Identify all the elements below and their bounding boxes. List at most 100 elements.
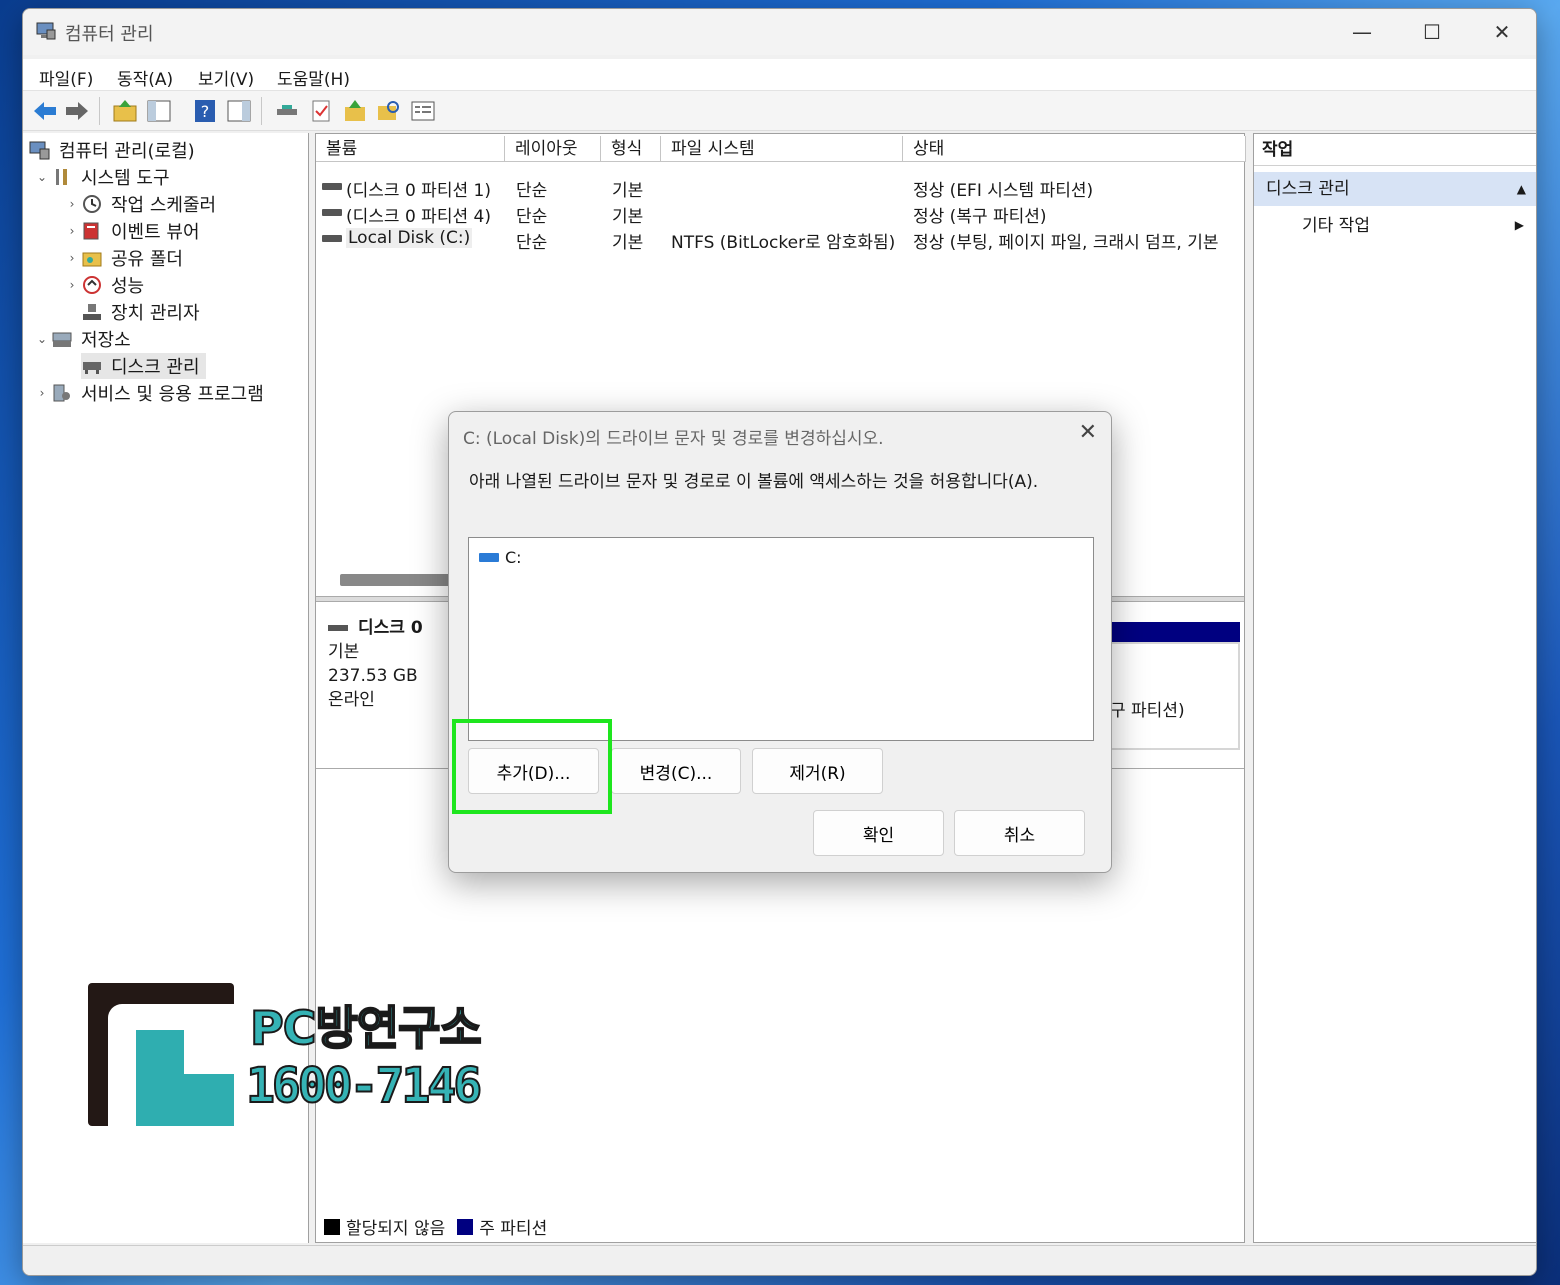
chevron-right-icon[interactable]: › xyxy=(63,278,81,292)
volume-icon xyxy=(322,209,342,216)
menu-help[interactable]: 도움말(H) xyxy=(277,65,350,90)
ok-button[interactable]: 확인 xyxy=(813,810,944,856)
tree-label-root: 컴퓨터 관리(로컬) xyxy=(59,141,195,162)
shared-folder-icon xyxy=(82,252,102,267)
action-more[interactable]: 기타 작업 xyxy=(1302,210,1370,242)
menu-view[interactable]: 보기(V) xyxy=(198,65,254,90)
up-folder-icon[interactable] xyxy=(111,97,139,125)
disk-size: 237.53 GB xyxy=(328,666,418,686)
tree-label-performance: 성능 xyxy=(111,276,145,297)
drive-list-item[interactable]: C: xyxy=(479,548,522,567)
status-bar xyxy=(23,1245,1536,1275)
legend-unallocated-label: 할당되지 않음 xyxy=(346,1219,446,1239)
export-icon[interactable] xyxy=(341,97,369,125)
chevron-down-icon[interactable]: ⌄ xyxy=(33,332,51,346)
chevron-down-icon[interactable]: ⌄ xyxy=(33,170,51,184)
properties-icon[interactable] xyxy=(409,97,437,125)
menu-file[interactable]: 파일(F) xyxy=(39,65,93,90)
chevron-right-icon[interactable]: › xyxy=(33,386,51,400)
volume-name: (디스크 0 파티션 1) xyxy=(346,181,491,201)
clock-icon xyxy=(83,195,101,213)
volume-name: (디스크 0 파티션 4) xyxy=(346,207,491,227)
volume-type: 기본 xyxy=(612,207,644,227)
help-icon[interactable]: ? xyxy=(191,97,219,125)
legend-primary-label: 주 파티션 xyxy=(479,1219,548,1239)
tree-item-task-scheduler[interactable]: › 작업 스케줄러 xyxy=(63,191,216,217)
tree-item-shared-folders[interactable]: › 공유 폴더 xyxy=(63,245,183,271)
volume-icon xyxy=(322,183,342,190)
actions-section-label: 디스크 관리 xyxy=(1266,179,1350,199)
partition-color-bar xyxy=(1108,622,1240,642)
volume-type: 기본 xyxy=(612,233,644,252)
legend: 할당되지 않음 주 파티션 xyxy=(324,1214,547,1239)
collapse-up-icon[interactable]: ▲ xyxy=(1517,172,1526,206)
volume-row[interactable]: (디스크 0 파티션 4) 단순 기본 정상 (복구 파티션) xyxy=(316,200,1246,227)
column-header-volume[interactable]: 볼륨 xyxy=(316,136,505,162)
volume-layout: 단순 xyxy=(516,207,548,227)
tree-label-event-viewer: 이벤트 뷰어 xyxy=(111,222,200,243)
checklist-icon[interactable] xyxy=(307,97,335,125)
dialog-close-icon[interactable]: ✕ xyxy=(1079,420,1097,445)
drive-letter: C: xyxy=(505,548,522,567)
watermark: PC방연구소 1600-7146 xyxy=(78,980,498,1140)
actions-header: 작업 xyxy=(1254,134,1536,166)
connect-drive-icon[interactable] xyxy=(273,97,301,125)
menu-action[interactable]: 동작(A) xyxy=(117,65,173,90)
cancel-button[interactable]: 취소 xyxy=(954,810,1085,856)
change-button[interactable]: 변경(C)... xyxy=(611,748,741,794)
svg-text:?: ? xyxy=(201,102,210,121)
forward-arrow-icon[interactable] xyxy=(63,97,91,125)
watermark-logo-teal-square xyxy=(136,1030,184,1074)
tree-item-root[interactable]: 컴퓨터 관리(로컬) xyxy=(29,137,195,163)
volume-row[interactable]: (디스크 0 파티션 1) 단순 기본 정상 (EFI 시스템 파티션) xyxy=(316,174,1246,201)
minimize-button[interactable]: — xyxy=(1327,9,1397,55)
tree-item-event-viewer[interactable]: › 이벤트 뷰어 xyxy=(63,218,200,244)
show-hide-tree-icon[interactable] xyxy=(145,97,173,125)
volume-fs: NTFS (BitLocker로 암호화됨) xyxy=(671,233,896,252)
chevron-right-icon[interactable]: › xyxy=(63,224,81,238)
device-manager-icon xyxy=(83,304,101,320)
legend-primary-swatch xyxy=(457,1218,474,1235)
action-pane-icon[interactable] xyxy=(225,97,253,125)
computer-management-icon xyxy=(29,141,50,160)
tree-item-performance[interactable]: › 성능 xyxy=(63,272,144,298)
horizontal-scrollbar[interactable] xyxy=(340,574,460,586)
tree-label-task-scheduler: 작업 스케줄러 xyxy=(111,195,217,216)
tree-item-storage[interactable]: ⌄ 저장소 xyxy=(33,326,131,352)
column-header-layout[interactable]: 레이아웃 xyxy=(505,136,601,162)
tree-item-disk-management[interactable]: 디스크 관리 xyxy=(81,353,206,379)
volume-layout: 단순 xyxy=(516,181,548,201)
storage-icon xyxy=(52,332,72,347)
volume-name: Local Disk (C:) xyxy=(346,228,473,248)
maximize-button[interactable]: ☐ xyxy=(1397,9,1467,55)
volume-icon xyxy=(322,235,342,242)
legend-unallocated-swatch xyxy=(324,1218,340,1235)
search-folder-icon[interactable] xyxy=(375,97,403,125)
column-header-file-system[interactable]: 파일 시스템 xyxy=(661,136,903,162)
tree-item-services-apps[interactable]: › 서비스 및 응용 프로그램 xyxy=(33,380,264,406)
back-arrow-icon[interactable] xyxy=(31,97,59,125)
close-button[interactable]: ✕ xyxy=(1467,9,1536,55)
event-viewer-icon xyxy=(83,222,99,240)
tree-label-shared-folders: 공유 폴더 xyxy=(111,249,183,270)
tree-label-disk-management: 디스크 관리 xyxy=(111,357,200,378)
add-button-highlight xyxy=(452,719,612,814)
tree-label-device-manager: 장치 관리자 xyxy=(111,303,200,324)
tree-item-system-tools[interactable]: ⌄ 시스템 도구 xyxy=(33,164,170,190)
performance-icon xyxy=(83,276,101,294)
partition-label: 구 파티션) xyxy=(1110,701,1185,721)
column-header-status[interactable]: 상태 xyxy=(903,136,1246,162)
tree-label-services-apps: 서비스 및 응용 프로그램 xyxy=(81,384,264,405)
tree-item-device-manager[interactable]: 장치 관리자 xyxy=(81,299,200,325)
title-bar: 컴퓨터 관리 — ☐ ✕ xyxy=(23,9,1536,55)
actions-section-disk-management[interactable]: 디스크 관리 ▲ xyxy=(1254,172,1536,206)
remove-button[interactable]: 제거(R) xyxy=(752,748,883,794)
drive-path-list[interactable]: C: xyxy=(468,537,1094,741)
volume-row[interactable]: Local Disk (C:) 단순 기본 NTFS (BitLocker로 암… xyxy=(316,226,1246,252)
disk-info: 디스크 0 기본 237.53 GB 온라인 xyxy=(328,616,423,712)
menu-bar: 파일(F) 동작(A) 보기(V) 도움말(H) xyxy=(23,59,1536,91)
column-header-type[interactable]: 형식 xyxy=(601,136,661,162)
chevron-right-icon[interactable]: › xyxy=(63,197,81,211)
chevron-right-icon[interactable]: › xyxy=(63,251,81,265)
disk-state: 온라인 xyxy=(328,690,375,710)
